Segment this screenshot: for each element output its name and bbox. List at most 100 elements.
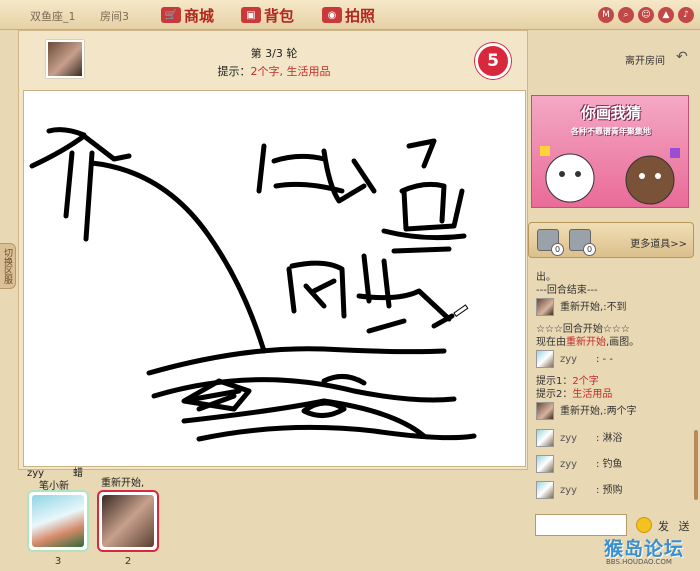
hint-text: 2个字, 生活用品 bbox=[250, 65, 331, 78]
banner-characters bbox=[540, 146, 680, 205]
chat-message: : 钓鱼 bbox=[596, 459, 623, 470]
chat-user: 重新开始, bbox=[560, 406, 604, 417]
chat-highlight: 重新开始 bbox=[566, 337, 606, 348]
chat-line: ---回合结束--- bbox=[536, 285, 598, 296]
chat-message: 两个字 bbox=[606, 406, 637, 417]
backpack-button[interactable]: ▣ 背包 bbox=[241, 4, 294, 26]
countdown-timer: 5 bbox=[475, 43, 511, 79]
stroke bbox=[406, 138, 437, 169]
player-score: 3 bbox=[54, 556, 62, 567]
avatar bbox=[536, 429, 554, 447]
prop-flower-icon[interactable]: 0 bbox=[537, 229, 564, 256]
chat-line: zyy : 预购 bbox=[536, 481, 623, 499]
stroke bbox=[401, 188, 465, 232]
top-icon-group: M ⌕ ☺ ▲ ♪ bbox=[598, 7, 694, 23]
stroke bbox=[321, 374, 367, 386]
chat-text: 现在由 bbox=[536, 337, 566, 348]
cart-icon: 🛒 bbox=[161, 7, 181, 23]
chat-line: 重新开始,:不到 bbox=[536, 298, 627, 316]
pen-cursor-icon bbox=[453, 304, 469, 317]
stroke bbox=[256, 143, 267, 194]
props-bar: 0 0 更多道具>> bbox=[528, 222, 694, 258]
chat-input[interactable] bbox=[535, 514, 627, 536]
mobile-icon[interactable]: M bbox=[598, 7, 614, 23]
upload-icon[interactable]: ▲ bbox=[658, 7, 674, 23]
chat-line: zyy : 钓鱼 bbox=[536, 455, 623, 473]
room-name: 双鱼座_1 bbox=[30, 10, 76, 23]
stroke bbox=[89, 160, 267, 354]
drawing-strokes bbox=[29, 127, 477, 442]
drawing-panel: 第 3/3 轮 提示：2个字, 生活用品 5 bbox=[18, 30, 528, 470]
stroke bbox=[301, 400, 347, 418]
chat-user: 重新开始, bbox=[560, 302, 604, 313]
chat-line: 重新开始,:两个字 bbox=[536, 402, 637, 420]
chat-line: 提示2：生活用品 bbox=[536, 385, 612, 400]
drawing-canvas[interactable] bbox=[23, 90, 526, 467]
player-score: 2 bbox=[124, 556, 132, 567]
leave-room-button[interactable]: 离开房间 bbox=[625, 52, 665, 67]
send-button[interactable]: 发 送 bbox=[658, 518, 693, 534]
stroke bbox=[63, 150, 75, 219]
more-props-link[interactable]: 更多道具>> bbox=[630, 235, 687, 250]
stroke bbox=[381, 228, 467, 241]
stroke bbox=[391, 246, 452, 254]
hint-label: 提示：2个字, 生活用品 bbox=[19, 63, 529, 79]
prop-hourglass-icon[interactable]: 0 bbox=[569, 229, 596, 256]
chat-highlight: 生活用品 bbox=[572, 389, 613, 400]
backpack-label: 背包 bbox=[264, 6, 295, 25]
avatar bbox=[536, 402, 554, 420]
chat-log: 出。 ---回合结束--- 重新开始,:不到 ☆☆☆回合开始☆☆☆ 现在由重新开… bbox=[533, 266, 695, 506]
stroke bbox=[146, 346, 447, 376]
chat-text: 提示2： bbox=[536, 389, 573, 400]
stroke bbox=[356, 288, 452, 322]
emoji-icon[interactable] bbox=[636, 517, 652, 533]
chat-user: zyy bbox=[560, 354, 578, 365]
chat-message: : - - bbox=[596, 354, 613, 365]
avatar bbox=[536, 350, 554, 368]
hint-prefix: 提示： bbox=[217, 65, 251, 78]
avatar bbox=[536, 298, 554, 316]
player-avatar bbox=[97, 490, 159, 552]
round-label: 第 3/3 轮 bbox=[250, 47, 298, 60]
stroke bbox=[271, 153, 327, 164]
chat-user: zyy bbox=[560, 433, 578, 444]
stroke bbox=[311, 278, 337, 294]
shop-button[interactable]: 🛒 商城 bbox=[161, 4, 214, 26]
game-header: 第 3/3 轮 提示：2个字, 生活用品 5 bbox=[19, 31, 529, 91]
chat-text: ,画图。 bbox=[606, 337, 640, 348]
chat-line: zyy : - - bbox=[536, 350, 613, 368]
player-avatar bbox=[27, 490, 89, 552]
chat-message: 不到 bbox=[606, 302, 627, 313]
chat-line: 现在由重新开始,画图。 bbox=[536, 333, 639, 348]
player-name: 重新开始, bbox=[101, 478, 145, 489]
avatar bbox=[536, 455, 554, 473]
chat-line: zyy : 淋浴 bbox=[536, 429, 623, 447]
stroke bbox=[46, 127, 87, 138]
prop-count: 0 bbox=[583, 243, 596, 256]
stroke bbox=[321, 148, 367, 204]
stroke bbox=[286, 266, 297, 314]
top-bar: 双鱼座_1 房间3 🛒 商城 ▣ 背包 ◉ 拍照 M ⌕ ☺ ▲ ♪ bbox=[0, 0, 700, 30]
chat-scrollbar[interactable] bbox=[694, 430, 698, 500]
user-icon[interactable]: ☺ bbox=[638, 7, 654, 23]
camera-icon: ◉ bbox=[322, 7, 342, 23]
chat-user: zyy bbox=[560, 459, 578, 470]
chat-message: : 淋浴 bbox=[596, 433, 623, 444]
back-arrow-icon[interactable]: ↶ bbox=[676, 49, 688, 65]
watermark-url: BBS.HOUDAO.COM bbox=[606, 558, 672, 566]
chat-user: zyy bbox=[560, 485, 578, 496]
search-icon[interactable]: ⌕ bbox=[618, 7, 634, 23]
stroke bbox=[196, 424, 477, 442]
avatar bbox=[536, 481, 554, 499]
volume-icon[interactable]: ♪ bbox=[678, 7, 694, 23]
player-name-right: 蜡 bbox=[73, 468, 83, 479]
backpack-icon: ▣ bbox=[241, 7, 261, 23]
watermark-logo: 猴岛论坛 bbox=[604, 538, 685, 560]
photo-label: 拍照 bbox=[345, 6, 376, 25]
switch-server-tab[interactable]: 切换区服 bbox=[0, 243, 16, 289]
stroke bbox=[83, 150, 95, 242]
game-banner: 你画我猜 各种不靠谱青年聚集地 bbox=[531, 95, 689, 208]
chat-message: : 预购 bbox=[596, 485, 623, 496]
shop-label: 商城 bbox=[184, 6, 215, 25]
photo-button[interactable]: ◉ 拍照 bbox=[322, 4, 375, 26]
